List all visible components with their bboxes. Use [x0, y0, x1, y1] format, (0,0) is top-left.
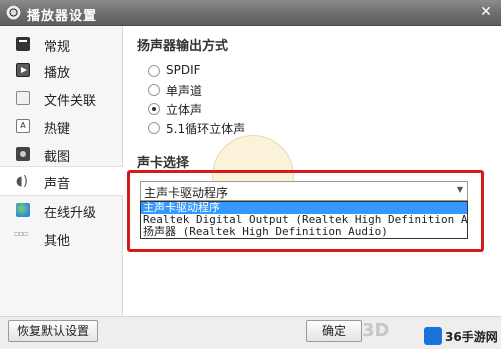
sidebar-item-label: 播放 [44, 66, 71, 81]
soundcard-select[interactable]: 主声卡驱动程序 ▼ [140, 181, 468, 201]
radio-button[interactable] [148, 84, 160, 96]
speaker-icon: ◖) [16, 174, 28, 189]
ok-button[interactable]: 确定 [306, 320, 362, 342]
dropdown-option[interactable]: Realtek Digital Output (Realtek High Def… [141, 214, 467, 226]
soundcard-selected-value: 主声卡驱动程序 [144, 186, 229, 200]
general-icon [16, 37, 30, 51]
sidebar-item-label: 声音 [44, 177, 71, 192]
sidebar-item-sound[interactable]: ◖) 声音 [0, 166, 123, 196]
speaker-output-heading: 扬声器输出方式 [137, 39, 229, 54]
dropdown-option[interactable]: 扬声器 (Realtek High Definition Audio) [141, 226, 467, 238]
screenshot-icon [16, 147, 30, 161]
sidebar-item-label: 文件关联 [44, 94, 97, 109]
title-bar: 播放器设置 ✕ [0, 0, 501, 26]
more-icon [14, 229, 30, 245]
dropdown-arrow-icon[interactable]: ▼ [457, 185, 463, 194]
sidebar-item-play[interactable]: 播放 [0, 56, 122, 84]
close-button[interactable]: ✕ [477, 3, 495, 21]
radio-label: 单声道 [166, 84, 203, 98]
radio-button[interactable] [148, 65, 160, 77]
sidebar-item-label: 在线升级 [44, 206, 97, 221]
settings-sidebar: 常规 播放 文件关联 A 热键 截图 ◖) 声音 在线升级 其他 [0, 26, 123, 316]
watermark-3d-logo: 3D [362, 320, 390, 341]
radio-label: 5.1循环立体声 [166, 122, 246, 136]
hotkey-icon: A [16, 119, 30, 133]
sidebar-item-upgrade[interactable]: 在线升级 [0, 196, 122, 224]
brand-watermark: 36手游网 [445, 330, 498, 344]
sidebar-item-other[interactable]: 其他 [0, 224, 122, 252]
sidebar-item-label: 其他 [44, 234, 71, 249]
radio-label: SPDIF [166, 63, 201, 77]
play-icon [16, 63, 30, 77]
globe-icon [16, 203, 30, 217]
soundcard-heading: 声卡选择 [137, 156, 190, 171]
radio-label: 立体声 [166, 103, 203, 117]
window-title: 播放器设置 [27, 9, 98, 24]
radio-button[interactable] [148, 122, 160, 134]
sidebar-item-label: 截图 [44, 150, 71, 165]
radio-button[interactable] [148, 103, 160, 115]
file-assoc-icon [16, 91, 30, 105]
reset-defaults-button[interactable]: 恢复默认设置 [8, 320, 98, 342]
sidebar-item-file-assoc[interactable]: 文件关联 [0, 84, 122, 112]
soundcard-dropdown-list: 主声卡驱动程序 Realtek Digital Output (Realtek … [140, 201, 468, 239]
sidebar-item-label: 热键 [44, 122, 71, 137]
sidebar-item-general[interactable]: 常规 [0, 30, 122, 58]
sidebar-item-label: 常规 [44, 40, 71, 55]
sidebar-item-screenshot[interactable]: 截图 [0, 140, 122, 168]
dropdown-option[interactable]: 主声卡驱动程序 [141, 202, 467, 214]
sidebar-item-hotkey[interactable]: A 热键 [0, 112, 122, 140]
film-reel-icon [6, 5, 21, 20]
brand-logo-icon [424, 327, 442, 345]
